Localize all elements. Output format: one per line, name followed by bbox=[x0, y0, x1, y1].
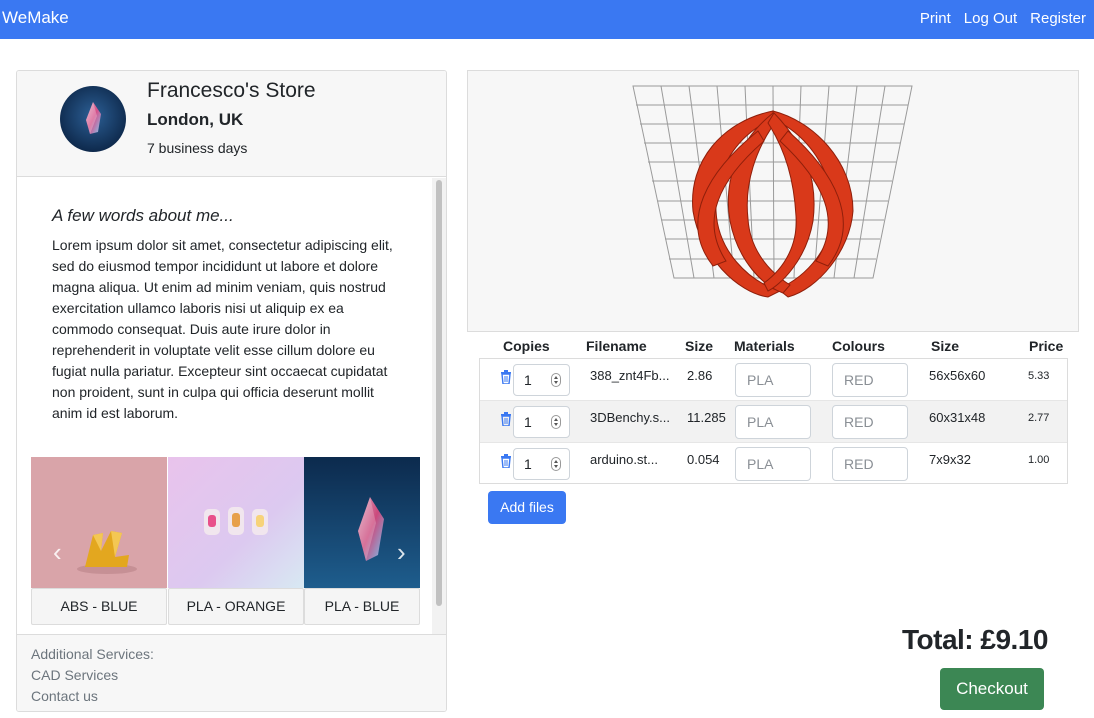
material-carousel: ABS - BLUE PLA - ORANGE PLA - BLUE ‹ › bbox=[31, 457, 420, 634]
size-cell: 0.054 bbox=[687, 452, 720, 467]
checkout-button[interactable]: Checkout bbox=[940, 668, 1044, 710]
col-header-colours: Colours bbox=[832, 338, 885, 354]
model-viewer[interactable] bbox=[467, 70, 1079, 332]
store-card: Francesco's Store London, UK 7 business … bbox=[16, 70, 447, 712]
copies-value: 1 bbox=[524, 456, 532, 472]
copies-value: 1 bbox=[524, 372, 532, 388]
trash-icon[interactable] bbox=[500, 412, 512, 426]
carousel-slide[interactable]: ABS - BLUE bbox=[31, 457, 167, 625]
dimensions-cell: 60x31x48 bbox=[929, 410, 986, 425]
copies-input[interactable]: 1 bbox=[513, 364, 570, 396]
col-header-dimensions: Size bbox=[931, 338, 960, 354]
store-footer: Additional Services: CAD Services Contac… bbox=[17, 634, 446, 711]
copies-stepper[interactable] bbox=[551, 415, 561, 429]
colour-input[interactable]: RED bbox=[832, 405, 908, 439]
order-total: Total: £9.10 bbox=[902, 624, 1048, 655]
additional-services-heading: Additional Services: bbox=[31, 646, 154, 662]
col-header-copies: Copies bbox=[503, 338, 550, 354]
store-body: A few words about me... Lorem ipsum dolo… bbox=[17, 178, 446, 634]
col-header-materials: Materials bbox=[734, 338, 795, 354]
price-cell: 1.00 bbox=[1028, 454, 1050, 466]
trash-icon[interactable] bbox=[500, 454, 512, 468]
copies-input[interactable]: 1 bbox=[513, 406, 570, 438]
about-title: A few words about me... bbox=[52, 206, 234, 225]
price-cell: 2.77 bbox=[1028, 412, 1050, 424]
nav-logout-link[interactable]: Log Out bbox=[964, 10, 1017, 27]
store-name: Francesco's Store bbox=[147, 79, 316, 102]
contact-us-link[interactable]: Contact us bbox=[31, 686, 432, 707]
size-cell: 2.86 bbox=[687, 368, 713, 383]
sample-image-abs-blue bbox=[31, 457, 167, 588]
carousel-next-icon[interactable]: › bbox=[397, 537, 406, 568]
store-avatar bbox=[60, 86, 126, 152]
brand-link[interactable]: WeMake bbox=[2, 8, 69, 28]
sample-image-pla-blue bbox=[304, 457, 420, 588]
sample-image-pla-orange bbox=[168, 457, 304, 588]
col-header-size: Size bbox=[685, 338, 714, 354]
sample-label: PLA - BLUE bbox=[304, 588, 420, 625]
table-row: 1 3DBenchy.s... 11.285 PLA RED 60x31x48 … bbox=[480, 401, 1067, 443]
table-row: 1 arduino.st... 0.054 PLA RED 7x9x32 1.0… bbox=[480, 443, 1067, 485]
material-input[interactable]: PLA bbox=[735, 447, 811, 481]
nav-links: Print Log Out Register bbox=[920, 10, 1086, 27]
price-cell: 5.33 bbox=[1028, 370, 1050, 382]
material-input[interactable]: PLA bbox=[735, 363, 811, 397]
carousel-prev-icon[interactable]: ‹ bbox=[53, 537, 62, 568]
filename-cell: 388_znt4Fb... bbox=[590, 368, 670, 383]
store-scrollbar[interactable] bbox=[432, 178, 446, 634]
copies-stepper[interactable] bbox=[551, 373, 561, 387]
col-header-filename: Filename bbox=[586, 338, 647, 354]
filename-cell: 3DBenchy.s... bbox=[590, 410, 670, 425]
nav-register-link[interactable]: Register bbox=[1030, 10, 1086, 27]
sample-label: PLA - ORANGE bbox=[168, 588, 304, 625]
copies-stepper[interactable] bbox=[551, 457, 561, 471]
store-header: Francesco's Store London, UK 7 business … bbox=[17, 71, 446, 177]
carousel-slide[interactable]: PLA - ORANGE bbox=[168, 457, 304, 625]
add-files-button[interactable]: Add files bbox=[488, 491, 566, 524]
copies-value: 1 bbox=[524, 414, 532, 430]
store-scroll-thumb[interactable] bbox=[436, 180, 442, 606]
col-header-price: Price bbox=[1029, 338, 1064, 354]
about-text: Lorem ipsum dolor sit amet, consectetur … bbox=[52, 237, 393, 421]
table-row: 1 388_znt4Fb... 2.86 PLA RED 56x56x60 5.… bbox=[480, 359, 1067, 401]
filename-cell: arduino.st... bbox=[590, 452, 658, 467]
3d-model bbox=[692, 110, 854, 298]
nav-print-link[interactable]: Print bbox=[920, 10, 951, 27]
model-preview bbox=[632, 85, 913, 298]
material-input[interactable]: PLA bbox=[735, 405, 811, 439]
sample-label: ABS - BLUE bbox=[31, 588, 167, 625]
colour-input[interactable]: RED bbox=[832, 363, 908, 397]
dimensions-cell: 56x56x60 bbox=[929, 368, 986, 383]
dimensions-cell: 7x9x32 bbox=[929, 452, 971, 467]
files-table: 1 388_znt4Fb... 2.86 PLA RED 56x56x60 5.… bbox=[479, 358, 1068, 484]
trash-icon[interactable] bbox=[500, 370, 512, 384]
navbar: WeMake Print Log Out Register bbox=[0, 0, 1094, 39]
colour-input[interactable]: RED bbox=[832, 447, 908, 481]
store-delivery-time: 7 business days bbox=[147, 140, 248, 156]
cad-services-link[interactable]: CAD Services bbox=[31, 665, 432, 686]
size-cell: 11.285 bbox=[687, 410, 726, 425]
store-location: London, UK bbox=[147, 110, 244, 129]
copies-input[interactable]: 1 bbox=[513, 448, 570, 480]
